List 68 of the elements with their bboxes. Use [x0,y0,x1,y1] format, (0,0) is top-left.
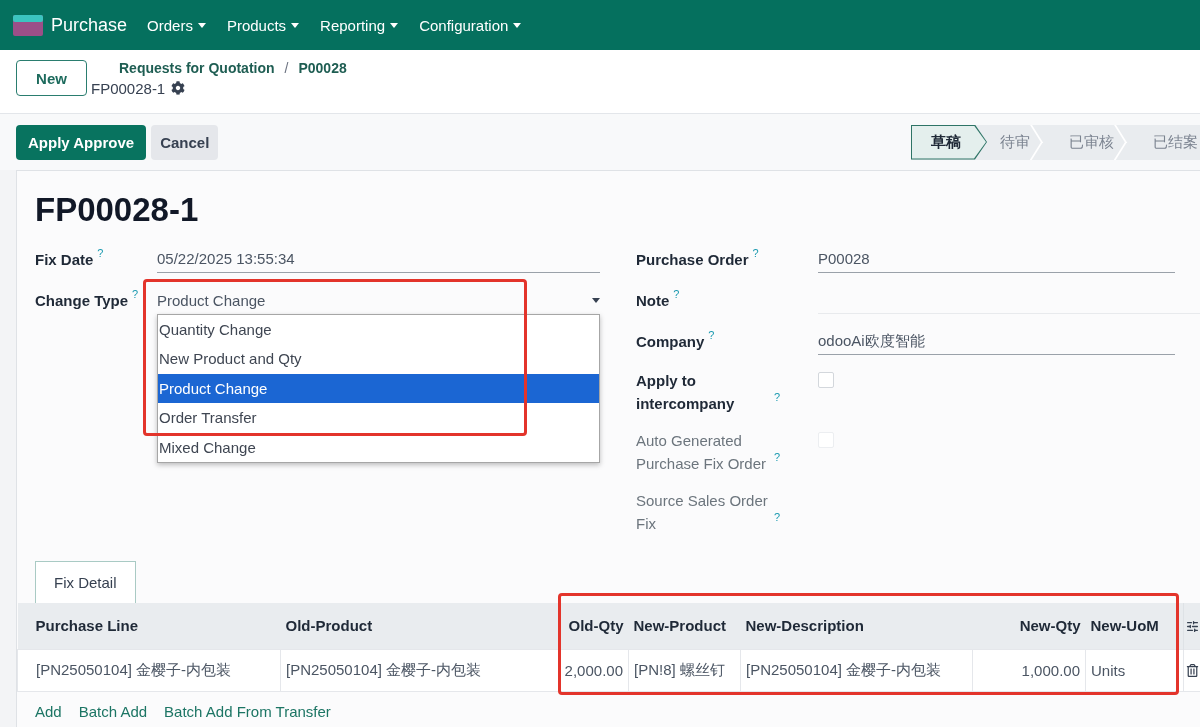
dropdown-option[interactable]: Quantity Change [158,315,599,345]
app-name[interactable]: Purchase [51,14,128,36]
select-field[interactable]: Product Change [157,287,600,314]
field-label: Change Type [35,291,129,311]
caret-icon [390,22,399,28]
navbar-menu[interactable]: Configuration [419,16,522,34]
text-field[interactable]: odooAi欧度智能 [818,328,1175,355]
action-button[interactable]: Apply Approve [16,124,147,160]
help-mark[interactable]: ? [97,246,104,260]
dropdown-option[interactable]: Order Transfer [158,403,599,433]
new-button[interactable]: New [16,60,87,96]
breadcrumb-separator: / [284,60,289,76]
add-line-link[interactable]: Batch Add [78,701,148,722]
column-header[interactable]: New-Qty [972,603,1086,649]
column-header[interactable]: New-Product [628,603,741,649]
table-cell: 1,000.00 [972,649,1086,691]
field-label: Note [636,291,670,311]
add-line-link[interactable]: Batch Add From Transfer [164,701,331,722]
caret-icon [513,22,522,28]
column-header[interactable]: New-UoM [1085,603,1184,649]
add-line-link[interactable]: Add [35,701,62,722]
table-cell: [PN25050104] 金樱子-内包装 [280,649,559,691]
column-header[interactable]: New-Description [740,603,973,649]
help-mark[interactable]: ? [132,287,139,301]
breadcrumb-link[interactable]: P00028 [298,60,347,76]
column-header[interactable]: Old-Qty [558,603,629,649]
navbar-menu[interactable]: Reporting [320,16,399,34]
help-mark[interactable]: ? [673,287,680,301]
dropdown-option[interactable]: Product Change [158,373,599,404]
table-cell: Units [1085,649,1184,691]
settings-icon[interactable] [171,81,186,95]
trash-icon[interactable] [1185,664,1199,678]
table-cell: [PN25050104] 金樱子-内包装 [740,649,973,691]
table-cell: [PN25050104] 金樱子-内包装 [17,649,281,691]
field-label: Purchase Order [636,250,749,270]
table-cell: [PN!8] 螺丝钉 [628,649,741,691]
dropdown-option[interactable]: New Product and Qty [158,344,599,374]
dropdown-option[interactable]: Mixed Change [158,432,599,462]
field-label: Source Sales Order Fix [636,491,769,534]
field-label: Fix Date [35,250,94,270]
status-stage[interactable]: 草稿 [911,124,987,160]
form-title: FP00028-1 [34,190,200,230]
text-field[interactable]: 05/22/2025 13:55:34 [157,246,600,273]
navbar-menu[interactable]: Orders [147,16,206,34]
field-label: Apply to intercompany [636,371,736,414]
status-stage[interactable]: 已审核 [1046,124,1130,160]
checkbox[interactable] [818,372,834,388]
navbar-menu[interactable]: Products [226,16,300,34]
text-field[interactable]: P00028 [818,246,1175,273]
caret-icon [592,298,600,303]
tab[interactable]: Fix Detail [35,561,136,603]
status-stage[interactable]: 待审 [987,124,1046,160]
column-header[interactable]: Purchase Line [17,603,281,649]
field-label: Auto Generated Purchase Fix Order [636,431,768,474]
record-name: FP00028-1 [91,79,166,97]
help-mark[interactable]: ? [752,246,759,260]
column-settings-icon[interactable] [1185,620,1199,633]
breadcrumb-link[interactable]: Requests for Quotation [119,60,275,76]
app-logo-icon[interactable] [13,14,43,36]
action-button[interactable]: Cancel [151,124,219,160]
table-cell: 2,000.00 [558,649,629,691]
caret-icon [291,22,300,28]
column-header[interactable]: Old-Product [280,603,559,649]
help-mark[interactable]: ? [708,328,715,342]
status-stage[interactable]: 已结案 [1130,124,1200,160]
field-label: Company [636,332,705,352]
help-mark[interactable]: ? [774,390,781,404]
caret-icon [197,22,206,28]
